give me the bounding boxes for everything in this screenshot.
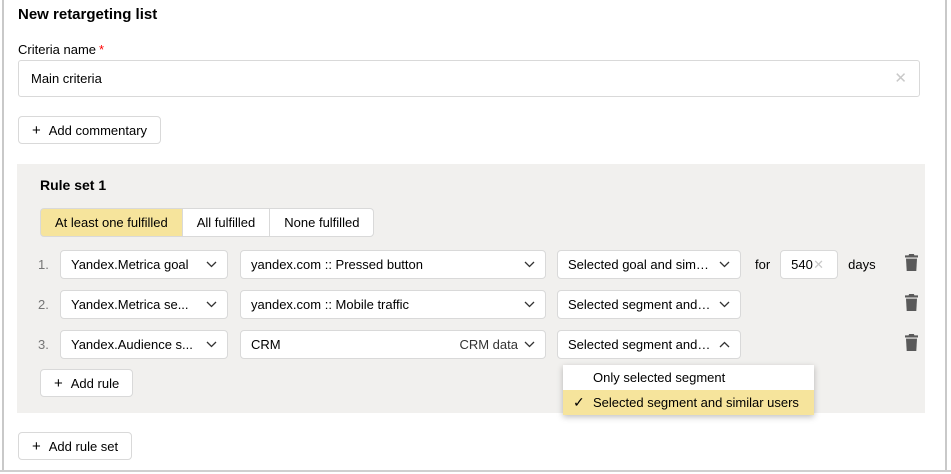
- delete-rule-button[interactable]: [900, 333, 922, 355]
- rule-type-select[interactable]: Yandex.Metrica se...: [60, 290, 228, 319]
- trash-icon: [904, 334, 919, 354]
- days-input[interactable]: [781, 257, 813, 272]
- rule-segment-select[interactable]: yandex.com :: Mobile traffic: [240, 290, 546, 319]
- checkmark-icon: ✓: [573, 394, 593, 411]
- trash-icon: [904, 254, 919, 274]
- menu-item-label: Only selected segment: [593, 370, 725, 385]
- rule-row-1: 1. Yandex.Metrica goal yandex.com :: Pre…: [38, 249, 924, 279]
- rule-number: 2.: [38, 297, 54, 312]
- days-label: days: [848, 257, 875, 272]
- criteria-name-label-text: Criteria name: [18, 42, 96, 57]
- chevron-down-icon: [711, 301, 730, 308]
- plus-icon: +: [32, 439, 41, 454]
- add-rule-set-label: Add rule set: [49, 439, 118, 454]
- tab-at-least-one-fulfilled[interactable]: At least one fulfilled: [40, 208, 183, 237]
- criteria-name-input[interactable]: [19, 71, 882, 86]
- audience-dropdown-menu: ✓ Only selected segment ✓ Selected segme…: [563, 365, 814, 415]
- chevron-up-icon: [711, 341, 730, 348]
- tab-none-fulfilled[interactable]: None fulfilled: [269, 208, 374, 237]
- page-bottom-border: [0, 470, 951, 472]
- add-commentary-button[interactable]: + Add commentary: [18, 116, 161, 144]
- rule-type-value: Yandex.Metrica se...: [71, 297, 189, 312]
- rule-type-select[interactable]: Yandex.Metrica goal: [60, 250, 228, 279]
- menu-item-label: Selected segment and similar users: [593, 395, 799, 410]
- rule-audience-select-open[interactable]: Selected segment and si...: [557, 330, 741, 359]
- rule-number: 1.: [38, 257, 54, 272]
- page-right-border: [945, 0, 947, 470]
- menu-item-selected-segment-and-similar[interactable]: ✓ Selected segment and similar users: [563, 390, 814, 415]
- rule-type-select[interactable]: Yandex.Audience s...: [60, 330, 228, 359]
- criteria-name-field: ✕: [18, 60, 920, 97]
- days-field: ✕: [780, 250, 838, 279]
- trash-icon: [904, 294, 919, 314]
- plus-icon: +: [54, 376, 63, 391]
- rule-row-3: 3. Yandex.Audience s... CRM CRM data Sel…: [38, 329, 924, 359]
- fulfillment-tabs: At least one fulfilled All fulfilled Non…: [40, 208, 374, 237]
- clear-input-icon[interactable]: ✕: [882, 71, 919, 86]
- retargeting-form-page: New retargeting list Criteria name* ✕ + …: [0, 0, 951, 474]
- rule-number: 3.: [38, 337, 54, 352]
- chevron-down-icon: [516, 261, 535, 268]
- plus-icon: +: [32, 123, 41, 138]
- required-asterisk: *: [99, 42, 104, 57]
- rule-audience-select[interactable]: Selected segment and si...: [557, 290, 741, 319]
- chevron-down-icon: [524, 341, 535, 348]
- rule-audience-select[interactable]: Selected goal and simila...: [557, 250, 741, 279]
- add-commentary-label: Add commentary: [49, 123, 147, 138]
- menu-item-only-selected-segment[interactable]: ✓ Only selected segment: [563, 365, 814, 390]
- chevron-down-icon: [516, 301, 535, 308]
- clear-days-icon[interactable]: ✕: [813, 258, 832, 271]
- rule-type-value: Yandex.Metrica goal: [71, 257, 189, 272]
- add-rule-set-button[interactable]: + Add rule set: [18, 432, 132, 460]
- rule-type-value: Yandex.Audience s...: [71, 337, 193, 352]
- page-title: New retargeting list: [18, 6, 157, 23]
- rule-audience-value: Selected segment and si...: [568, 337, 711, 352]
- delete-rule-button[interactable]: [900, 253, 922, 275]
- rule-audience-value: Selected segment and si...: [568, 297, 711, 312]
- rule-set-title: Rule set 1: [40, 177, 106, 193]
- for-label: for: [755, 257, 770, 272]
- page-left-border: [2, 0, 4, 470]
- rule-row-2: 2. Yandex.Metrica se... yandex.com :: Mo…: [38, 289, 924, 319]
- add-rule-label: Add rule: [71, 376, 119, 391]
- delete-rule-button[interactable]: [900, 293, 922, 315]
- chevron-down-icon: [198, 341, 217, 348]
- rule-segment-select[interactable]: CRM CRM data: [240, 330, 546, 359]
- segment-source-tag: CRM data: [459, 337, 524, 352]
- rule-goal-value: yandex.com :: Pressed button: [251, 257, 423, 272]
- rule-segment-value: yandex.com :: Mobile traffic: [251, 297, 409, 312]
- rule-segment-value: CRM: [251, 337, 281, 352]
- chevron-down-icon: [198, 261, 217, 268]
- rule-goal-select[interactable]: yandex.com :: Pressed button: [240, 250, 546, 279]
- add-rule-button[interactable]: + Add rule: [40, 369, 133, 397]
- chevron-down-icon: [711, 261, 730, 268]
- criteria-name-label: Criteria name*: [18, 42, 104, 57]
- chevron-down-icon: [198, 301, 217, 308]
- rule-audience-value: Selected goal and simila...: [568, 257, 711, 272]
- tab-all-fulfilled[interactable]: All fulfilled: [182, 208, 271, 237]
